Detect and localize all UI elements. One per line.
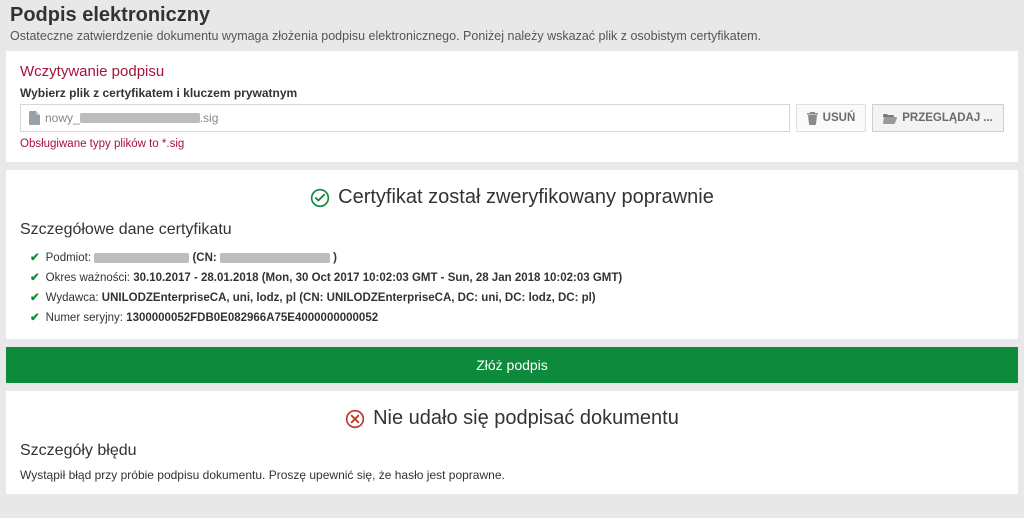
- cert-verified-banner: Certyfikat został zweryfikowany poprawni…: [20, 186, 1004, 209]
- check-icon: ✔: [30, 270, 40, 284]
- cert-card: Certyfikat został zweryfikowany poprawni…: [6, 170, 1018, 339]
- cert-banner-text: Certyfikat został zweryfikowany poprawni…: [338, 186, 714, 209]
- submit-signature-button[interactable]: Złóż podpis: [6, 347, 1018, 383]
- cert-issuer-value: UNILODZEnterpriseCA, uni, lodz, pl (CN: …: [102, 292, 596, 304]
- error-circle-icon: [345, 409, 365, 429]
- page-header: Podpis elektroniczny Ostateczne zatwierd…: [0, 0, 1024, 51]
- browse-button[interactable]: PRZEGLĄDAJ ...: [872, 104, 1004, 132]
- error-card: Nie udało się podpisać dokumentu Szczegó…: [6, 391, 1018, 494]
- file-field-label: Wybierz plik z certyfikatem i kluczem pr…: [20, 86, 1004, 100]
- upload-card: Wczytywanie podpisu Wybierz plik z certy…: [6, 51, 1018, 162]
- error-banner-text: Nie udało się podpisać dokumentu: [373, 407, 679, 430]
- cert-subject-label: Podmiot:: [46, 252, 91, 264]
- submit-button-label: Złóż podpis: [476, 357, 548, 373]
- cert-serial-value: 1300000052FDB0E082966A75E4000000000052: [126, 312, 378, 324]
- check-circle-icon: [310, 188, 330, 208]
- file-name-prefix: nowy_: [45, 111, 80, 125]
- error-details-title: Szczegóły błędu: [20, 442, 1004, 460]
- delete-button-label: USUŃ: [823, 112, 856, 124]
- browse-button-label: PRZEGLĄDAJ ...: [902, 112, 993, 124]
- file-name-redacted: x: [80, 113, 200, 123]
- cert-serial-label: Numer seryjny:: [46, 312, 123, 324]
- cert-cn-redacted: x: [220, 253, 330, 263]
- cert-cn-suffix: ): [333, 252, 337, 264]
- cert-validity-value: 30.10.2017 - 28.01.2018 (Mon, 30 Oct 201…: [133, 272, 622, 284]
- file-row: nowy_ x .sig USUŃ PRZEGLĄDAJ ...: [20, 104, 1004, 132]
- cert-row-issuer: ✔ Wydawca: UNILODZEnterpriseCA, uni, lod…: [30, 287, 1004, 307]
- file-icon: [29, 111, 41, 125]
- supported-types-text: Obsługiwane typy plików to *.sig: [20, 138, 1004, 150]
- cert-issuer-label: Wydawca:: [46, 292, 99, 304]
- cert-row-subject: ✔ Podmiot: x (CN: x ): [30, 247, 1004, 267]
- trash-icon: [807, 112, 818, 125]
- check-icon: ✔: [30, 250, 40, 264]
- sign-error-banner: Nie udało się podpisać dokumentu: [20, 407, 1004, 430]
- cert-details-title: Szczegółowe dane certyfikatu: [20, 221, 1004, 239]
- cert-cn-prefix: (CN:: [192, 252, 216, 264]
- folder-open-icon: [883, 113, 897, 124]
- cert-subject-redacted: x: [94, 253, 189, 263]
- check-icon: ✔: [30, 290, 40, 304]
- selected-file-display: nowy_ x .sig: [20, 104, 790, 132]
- check-icon: ✔: [30, 310, 40, 324]
- upload-section-title: Wczytywanie podpisu: [20, 63, 1004, 80]
- delete-file-button[interactable]: USUŃ: [796, 104, 867, 132]
- cert-validity-label: Okres ważności:: [46, 272, 130, 284]
- cert-details-list: ✔ Podmiot: x (CN: x ) ✔ Okres ważności: …: [20, 247, 1004, 327]
- cert-row-validity: ✔ Okres ważności: 30.10.2017 - 28.01.201…: [30, 267, 1004, 287]
- cert-row-serial: ✔ Numer seryjny: 1300000052FDB0E082966A7…: [30, 307, 1004, 327]
- page-title: Podpis elektroniczny: [10, 4, 1014, 27]
- file-name-suffix: .sig: [200, 111, 219, 125]
- page-subtitle: Ostateczne zatwierdzenie dokumentu wymag…: [10, 29, 1014, 43]
- error-message: Wystąpił błąd przy próbie podpisu dokume…: [20, 468, 1004, 482]
